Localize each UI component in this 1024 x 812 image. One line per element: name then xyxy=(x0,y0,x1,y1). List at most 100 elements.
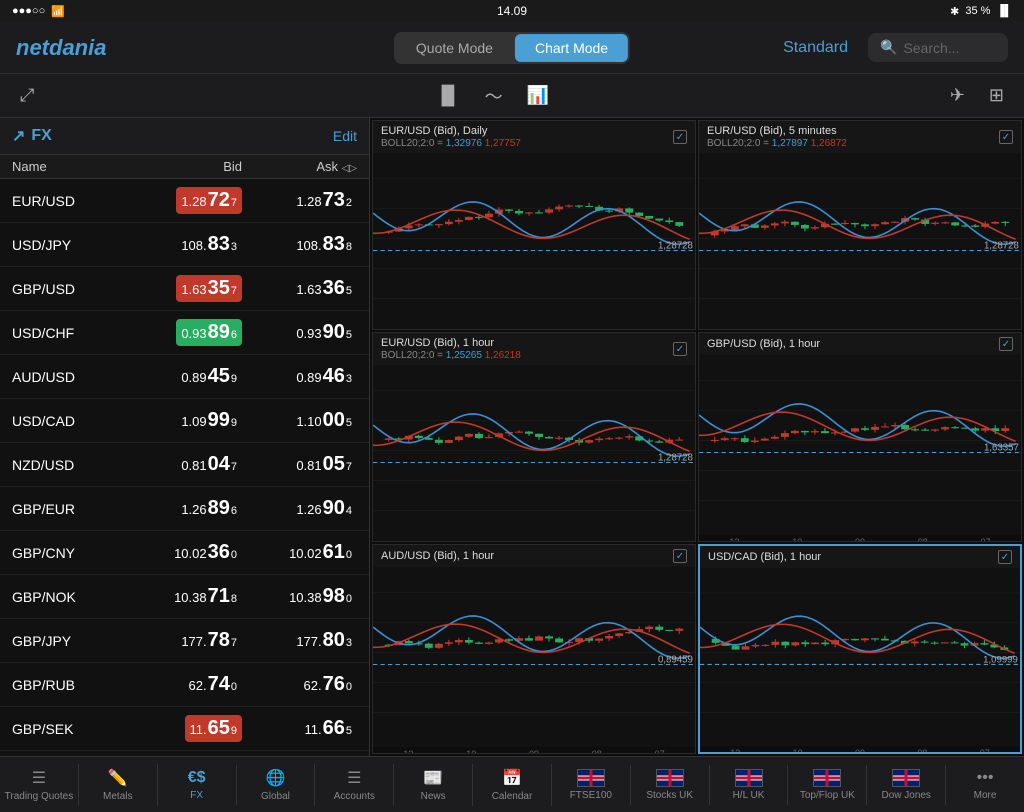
quotes-panel: ↗ FX Edit Name Bid Ask ◁▷ EUR/USD1.28727… xyxy=(0,118,370,756)
battery-indicator: 35 % xyxy=(965,5,990,17)
nav-item-ftse100[interactable]: FTSE100 xyxy=(552,765,631,805)
status-left: ●●●○○ 📶 xyxy=(12,5,65,18)
svg-text:1,63357: 1,63357 xyxy=(984,442,1019,453)
pair-name: AUD/USD xyxy=(12,369,127,385)
nav-item-topflop-uk[interactable]: Top/Flop UK xyxy=(788,765,867,805)
bar-chart-icon[interactable]: ▐▌ xyxy=(431,81,465,110)
topflop-uk-flag-icon xyxy=(813,769,841,787)
quote-row[interactable]: EUR/USD1.287271.28732 xyxy=(0,179,369,223)
nav-item-global[interactable]: 🌐 Global xyxy=(237,764,316,806)
column-chart-icon[interactable]: 📊 xyxy=(523,81,553,110)
chart-header-c1: EUR/USD (Bid), DailyBOLL20;2:0 = 1,32976… xyxy=(373,121,695,153)
chart-mode-button[interactable]: Chart Mode xyxy=(515,34,628,62)
nav-item-metals[interactable]: ✏️Metals xyxy=(79,764,158,806)
charts-toolbar: ⤢ ▐▌ 〜 📊 ✈ ⊞ xyxy=(0,74,1024,118)
global-icon: 🌐 xyxy=(265,768,285,788)
chart-checkbox-c6[interactable]: ✓ xyxy=(998,550,1012,564)
nav-label-topflop-uk: Top/Flop UK xyxy=(800,790,855,801)
chart-body-c6: 1,09999 xyxy=(700,568,1020,746)
chart-box-c2[interactable]: EUR/USD (Bid), 5 minutesBOLL20;2:0 = 1,2… xyxy=(698,120,1022,330)
chart-header-c4: GBP/USD (Bid), 1 hour✓ xyxy=(699,333,1021,355)
charts-panel: EUR/USD (Bid), DailyBOLL20;2:0 = 1,32976… xyxy=(370,118,1024,756)
stocks-uk-flag-icon xyxy=(656,769,684,787)
quote-row[interactable]: AUD/USD0.894590.89463 xyxy=(0,355,369,399)
quote-row[interactable]: GBP/CNY10.0236010.02610 xyxy=(0,531,369,575)
nav-item-hl-uk[interactable]: H/L UK xyxy=(710,765,789,805)
chart-checkbox-c2[interactable]: ✓ xyxy=(999,130,1013,144)
chart-header-c6: USD/CAD (Bid), 1 hour✓ xyxy=(700,546,1020,568)
chart-box-c3[interactable]: EUR/USD (Bid), 1 hourBOLL20;2:0 = 1,2526… xyxy=(372,332,696,542)
pair-name: USD/JPY xyxy=(12,237,127,253)
edit-button[interactable]: Edit xyxy=(333,128,357,144)
chart-checkbox-c3[interactable]: ✓ xyxy=(673,342,687,356)
pin-icon[interactable]: ✈ xyxy=(946,81,969,110)
svg-text:1,28728: 1,28728 xyxy=(658,452,693,463)
chart-checkbox-c5[interactable]: ✓ xyxy=(673,549,687,563)
grid-icon[interactable]: ⊞ xyxy=(985,81,1008,110)
nav-item-more[interactable]: ••• More xyxy=(946,765,1024,805)
nav-item-dow-jones[interactable]: Dow Jones xyxy=(867,765,946,805)
bluetooth-icon: ✱ xyxy=(950,5,959,18)
quote-row[interactable]: GBP/NOK10.3871810.38980 xyxy=(0,575,369,619)
quote-mode-button[interactable]: Quote Mode xyxy=(396,34,513,62)
chart-title-c3: EUR/USD (Bid), 1 hourBOLL20;2:0 = 1,2526… xyxy=(381,337,521,361)
ask-price: 10.38980 xyxy=(242,583,357,610)
chart-box-c4[interactable]: GBP/USD (Bid), 1 hour✓1,633571310090807 xyxy=(698,332,1022,542)
nav-item-trading-quotes[interactable]: ☰Trading Quotes xyxy=(0,764,79,806)
bid-price: 1.09999 xyxy=(127,407,242,434)
accounts-icon: ☰ xyxy=(347,768,361,788)
quote-row[interactable]: GBP/USD1.633571.63365 xyxy=(0,267,369,311)
mode-toggle: Quote Mode Chart Mode xyxy=(394,32,630,64)
pair-name: GBP/EUR xyxy=(12,501,127,517)
quote-row[interactable]: GBP/EUR1.268961.26904 xyxy=(0,487,369,531)
quote-row[interactable]: NZD/USD0.810470.81057 xyxy=(0,443,369,487)
nav-item-accounts[interactable]: ☰Accounts xyxy=(315,764,394,806)
chart-checkbox-c4[interactable]: ✓ xyxy=(999,337,1013,351)
bid-price: 0.93896 xyxy=(127,319,242,346)
chart-box-c6[interactable]: USD/CAD (Bid), 1 hour✓1,099991310090807 xyxy=(698,544,1022,754)
quote-row[interactable]: USD/CAD1.099991.10005 xyxy=(0,399,369,443)
nav-label-news: News xyxy=(421,791,446,802)
fx-label: FX xyxy=(31,127,51,145)
quote-row[interactable]: GBP/SEK11.65911.665 xyxy=(0,707,369,751)
quote-row[interactable]: GBP/JPY177.787177.803 xyxy=(0,619,369,663)
sort-arrows-icon: ◁▷ xyxy=(342,163,357,174)
svg-text:0,89459: 0,89459 xyxy=(658,654,693,665)
ask-price: 10.02610 xyxy=(242,539,357,566)
chart-box-c5[interactable]: AUD/USD (Bid), 1 hour✓0,894591310090807 xyxy=(372,544,696,754)
pair-name: USD/CHF xyxy=(12,325,127,341)
col-name: Name xyxy=(12,159,127,174)
ask-price: 0.81057 xyxy=(242,451,357,478)
nav-item-stocks-uk[interactable]: Stocks UK xyxy=(631,765,710,805)
chart-box-c1[interactable]: EUR/USD (Bid), DailyBOLL20;2:0 = 1,32976… xyxy=(372,120,696,330)
bid-price: 1.26896 xyxy=(127,495,242,522)
bid-price: 62.740 xyxy=(127,671,242,698)
pair-name: NZD/USD xyxy=(12,457,127,473)
quote-row[interactable]: GBP/RUB62.74062.760 xyxy=(0,663,369,707)
nav-label-ftse100: FTSE100 xyxy=(570,790,612,801)
col-ask: Ask ◁▷ xyxy=(242,159,357,174)
nav-item-calendar[interactable]: 📅Calendar xyxy=(473,764,552,806)
ask-price: 0.89463 xyxy=(242,363,357,390)
wave-icon[interactable]: 〜 xyxy=(481,79,507,113)
search-bar[interactable]: 🔍 Search... xyxy=(868,33,1008,62)
column-headers: Name Bid Ask ◁▷ xyxy=(0,155,369,179)
fx-arrow-icon: ↗ xyxy=(12,126,25,146)
ask-price: 62.760 xyxy=(242,671,357,698)
hl-uk-flag-icon xyxy=(735,769,763,787)
more-icon: ••• xyxy=(977,769,994,787)
expand-icon[interactable]: ⤢ xyxy=(16,81,38,110)
nav-label-more: More xyxy=(974,790,997,801)
chart-header-c5: AUD/USD (Bid), 1 hour✓ xyxy=(373,545,695,567)
metals-icon: ✏️ xyxy=(108,768,128,788)
nav-label-global: Global xyxy=(261,791,290,802)
quote-row[interactable]: USD/CHF0.938960.93905 xyxy=(0,311,369,355)
ask-price: 1.26904 xyxy=(242,495,357,522)
nav-item-news[interactable]: 📰News xyxy=(394,764,473,806)
chart-checkbox-c1[interactable]: ✓ xyxy=(673,130,687,144)
ask-price: 1.63365 xyxy=(242,275,357,302)
nav-item-fx[interactable]: €$FX xyxy=(158,765,237,805)
bid-price: 1.63357 xyxy=(127,275,242,302)
ask-price: 11.665 xyxy=(242,715,357,742)
quote-row[interactable]: USD/JPY108.833108.838 xyxy=(0,223,369,267)
